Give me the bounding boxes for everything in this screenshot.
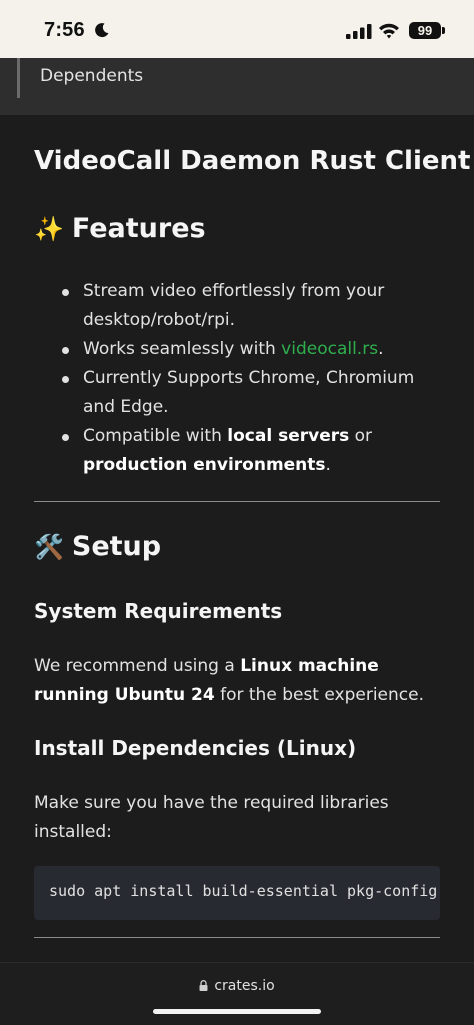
videocall-link[interactable]: videocall.rs xyxy=(281,339,378,359)
paragraph-text: for the best experience. xyxy=(214,685,424,705)
divider xyxy=(34,501,440,502)
address-bar[interactable]: crates.io xyxy=(0,978,474,994)
list-item: Works seamlessly with videocall.rs. xyxy=(58,335,448,364)
list-item-text: . xyxy=(378,339,384,359)
url-text: crates.io xyxy=(214,978,275,994)
list-item: Stream video effortlessly from your desk… xyxy=(58,277,448,335)
features-list: Stream video effortlessly from your desk… xyxy=(58,277,448,480)
wifi-icon xyxy=(379,23,399,39)
home-indicator[interactable] xyxy=(153,1009,321,1014)
code-text: sudo apt install build-essential pkg-con… xyxy=(49,882,440,900)
cellular-signal-icon xyxy=(346,24,372,39)
list-item-text: Stream video effortlessly from your desk… xyxy=(83,281,385,330)
install-dependencies-text: Make sure you have the required librarie… xyxy=(34,793,389,842)
readme-title: VideoCall Daemon Rust Client xyxy=(34,146,471,176)
system-requirements-heading: System Requirements xyxy=(34,599,283,623)
list-item-text: or xyxy=(349,426,373,446)
dependents-tab-bar: Dependents xyxy=(0,58,474,115)
readme-content: VideoCall Daemon Rust Client ✨ Features S… xyxy=(0,115,474,962)
lock-icon xyxy=(199,980,208,991)
paragraph-text: We recommend using a xyxy=(34,656,241,676)
features-heading: ✨ Features xyxy=(34,213,206,244)
install-dependencies-heading: Install Dependencies (Linux) xyxy=(34,736,357,760)
list-item-text: Compatible with xyxy=(83,426,228,446)
status-bar: 7:56 99 xyxy=(0,0,474,58)
list-item-text: Works seamlessly with xyxy=(83,339,282,359)
battery-icon: 99 xyxy=(409,22,441,39)
list-item: Compatible with local servers or product… xyxy=(58,422,448,480)
tab-dependents[interactable]: Dependents xyxy=(40,66,143,86)
divider xyxy=(34,937,440,938)
battery-tip xyxy=(442,27,445,34)
tools-icon: 🛠️ xyxy=(34,533,64,561)
features-heading-text: Features xyxy=(71,213,206,244)
list-item-bold: local servers xyxy=(227,426,350,446)
list-item-text: . xyxy=(325,455,331,475)
battery-level: 99 xyxy=(417,23,433,38)
sparkles-icon: ✨ xyxy=(34,215,64,243)
code-block[interactable]: sudo apt install build-essential pkg-con… xyxy=(34,866,440,920)
setup-heading-text: Setup xyxy=(71,531,162,562)
list-item-bold: production environments xyxy=(83,455,326,475)
status-time: 7:56 xyxy=(44,19,85,41)
list-item-text: Currently Supports Chrome, Chromium and … xyxy=(83,368,415,417)
system-requirements-text: We recommend using a Linux machine runni… xyxy=(34,652,444,710)
moon-icon xyxy=(95,23,109,38)
list-item: Currently Supports Chrome, Chromium and … xyxy=(58,364,448,422)
setup-heading: 🛠️ Setup xyxy=(34,531,161,562)
browser-bottom-bar: crates.io xyxy=(0,962,474,1025)
tab-divider xyxy=(17,58,20,98)
